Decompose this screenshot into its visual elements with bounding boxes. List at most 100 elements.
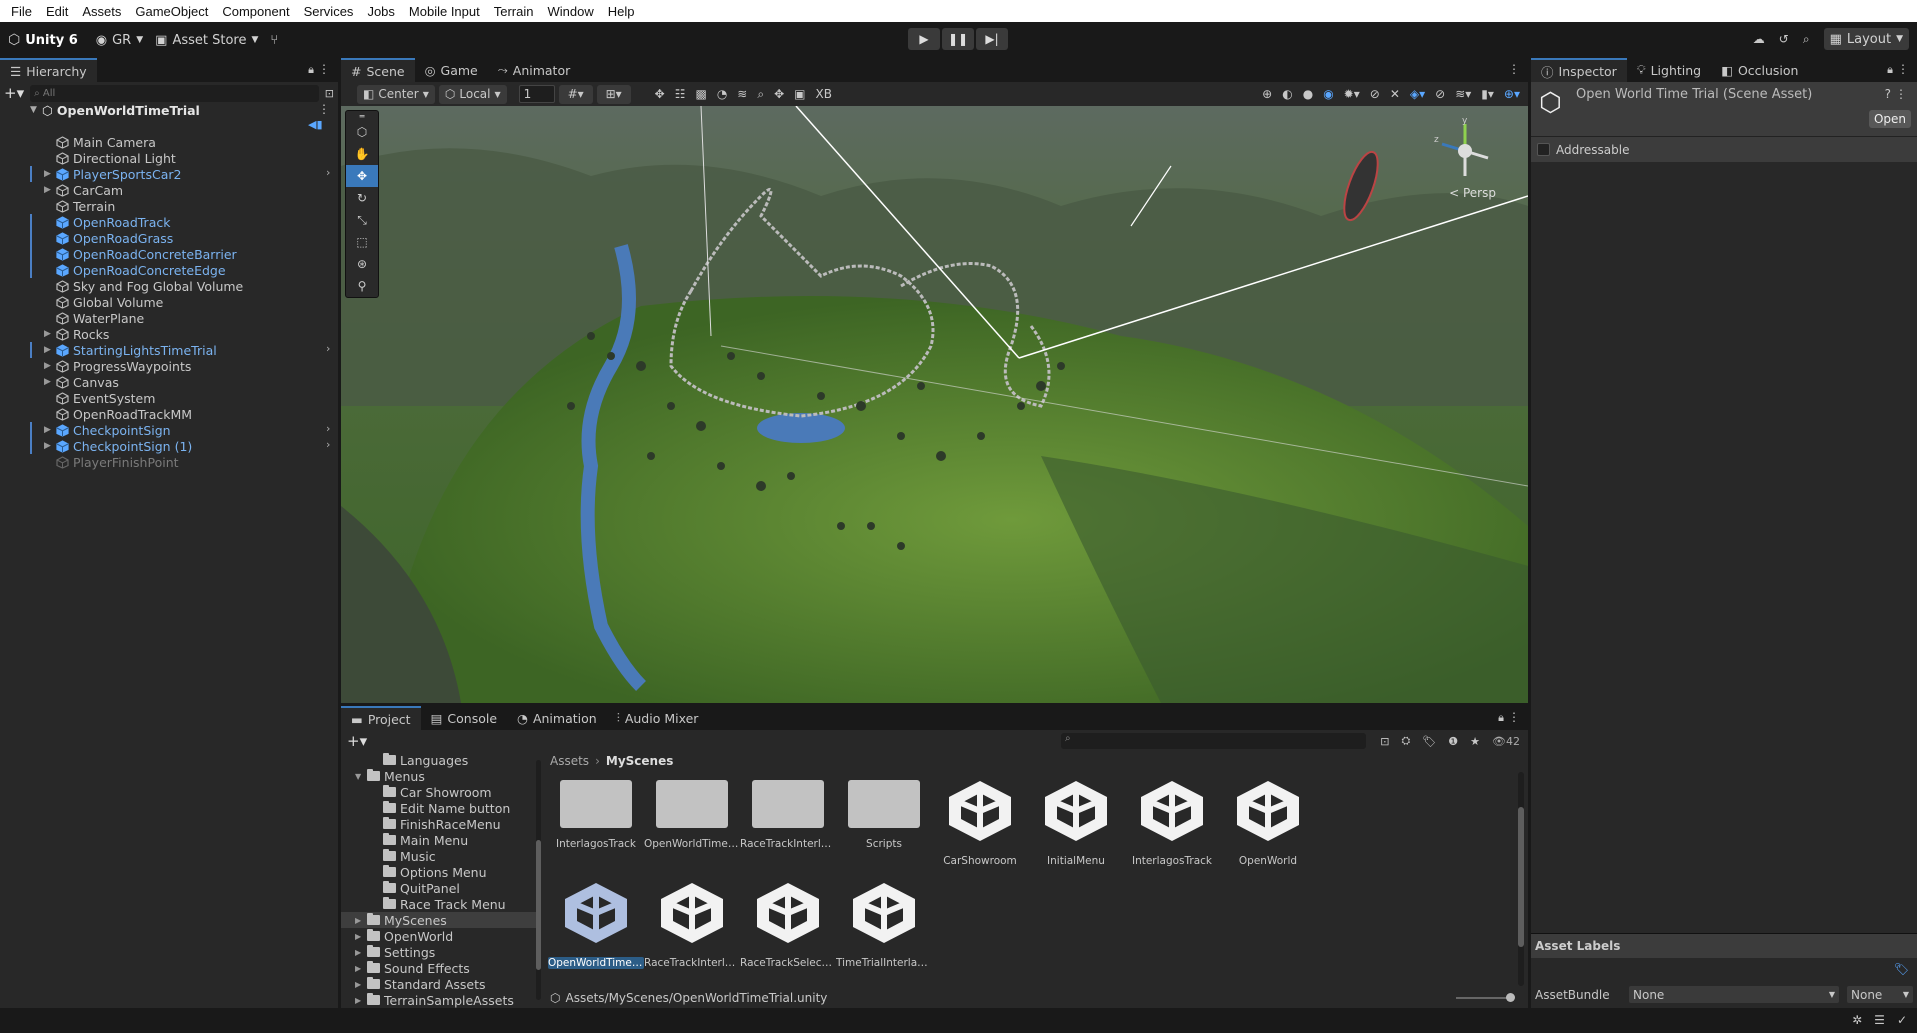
view-cube-icon[interactable]: ⬡ [346,121,378,143]
align-icon[interactable]: ☷ [675,87,686,102]
hierarchy-item[interactable]: ▶ ProgressWaypoints [44,358,191,374]
hierarchy-item[interactable]: ▶ PlayerSportsCar2 [44,166,181,182]
folder-tree-item[interactable]: Languages [371,752,543,768]
filter-type-icon[interactable]: ⛭ [1402,734,1411,748]
open-button[interactable]: Open [1869,110,1911,128]
grid-visibility-dropdown[interactable]: #▾ [558,84,593,104]
hierarchy-item[interactable]: WaterPlane [44,310,144,326]
expand-arrow-icon[interactable]: ▼ [355,772,367,781]
zoom-icon[interactable]: ⌕ [757,87,764,102]
label-tag-icon[interactable]: 🏷︎ [1894,962,1909,976]
folder-tree-item[interactable]: FinishRaceMenu [371,816,543,832]
hierarchy-item[interactable]: Main Camera [44,134,156,150]
expand-arrow-icon[interactable]: ▶ [355,996,367,1005]
gizmos-icon[interactable]: ⊕▾ [1504,87,1520,101]
render-mode-icon[interactable]: ◉ [1323,87,1333,101]
hierarchy-item[interactable]: Sky and Fog Global Volume [44,278,243,294]
scene-viewport[interactable]: ═ ⬡ ✋ ✥ ↻ ⤡ ⬚ ⊛ ⚲ y z < Persp [341,106,1528,703]
folder-tree-item[interactable]: ▶ MyScenes [341,912,537,928]
folder-tree-item[interactable]: ▶ TerrainSampleAssets [355,992,543,1008]
menu-item-assets[interactable]: Assets [75,4,128,19]
add-icon[interactable]: +▾ [4,84,24,102]
breadcrumb-myscenes[interactable]: MyScenes [606,754,673,768]
favorite-icon[interactable]: ★ [1470,735,1480,748]
rotate-snap-icon[interactable]: ◔ [717,87,727,102]
check-icon[interactable]: ✓ [1897,1013,1907,1027]
asset-scene[interactable]: TimeTrialInterlagos [836,876,932,969]
addressable-checkbox[interactable] [1537,143,1550,156]
hierarchy-item[interactable]: ▶ CarCam [44,182,123,198]
layers-visibility-icon[interactable]: ◈▾ [1410,87,1425,101]
grid-snap-icon[interactable]: ▩ [695,87,706,102]
folder-tree-item[interactable]: ▶ OpenWorld [355,928,543,944]
move-tool-icon[interactable]: ✥ [346,165,378,187]
lock-icon[interactable]: 🔒︎ [1887,63,1893,77]
tab-project[interactable]: ▬ Project [341,706,421,730]
slider-knob[interactable] [1506,993,1515,1002]
search-icon[interactable]: ⌕ [1803,32,1810,47]
asset-store-button[interactable]: ▣ Asset Store ▼ [149,28,264,52]
unity-logo-button[interactable]: ⬡ Unity 6 [0,28,84,52]
hierarchy-item[interactable]: ▶ CheckpointSign [44,422,171,438]
add-icon[interactable]: +▾ [347,732,367,750]
folder-tree-item[interactable]: Race Track Menu [371,896,543,912]
folder-tree-item[interactable]: ▼ Menus [355,768,543,784]
asset-labels-header[interactable]: Asset Labels [1531,934,1917,958]
breadcrumb-assets[interactable]: Assets [550,754,589,768]
folder-tree-item[interactable]: Music [371,848,543,864]
shaded-wireframe-icon[interactable]: ◐ [1282,87,1292,101]
expand-arrow-icon[interactable]: ▶ [44,329,56,339]
expand-arrow-icon[interactable]: ▶ [44,377,56,387]
more-options-icon[interactable]: ⋮ [1897,62,1909,76]
expand-arrow-icon[interactable]: ▶ [355,932,367,941]
expand-arrow-icon[interactable]: ▶ [44,169,56,179]
folder-tree-item[interactable]: Main Menu [371,832,543,848]
hidden-objects-icon[interactable]: ⊘ [1435,87,1445,101]
tag-icon[interactable]: 🏷︎ [1422,735,1436,748]
menu-item-component[interactable]: Component [215,4,296,19]
cache-icon[interactable]: ☰ [1874,1013,1885,1027]
asset-folder[interactable]: Scripts [836,774,932,850]
hierarchy-item[interactable]: OpenRoadTrackMM [44,406,192,422]
menu-item-window[interactable]: Window [540,4,600,19]
settings-icon[interactable]: ⋮ [1895,87,1907,101]
step-button[interactable]: ▶| [976,28,1008,50]
asset-scene[interactable]: InterlagosTrack [1124,774,1220,867]
hierarchy-item[interactable]: ▶ Rocks [44,326,109,342]
asset-scene[interactable]: OpenWorldTimeTrial [548,876,644,969]
help-icon[interactable]: ? [1885,87,1891,101]
menu-item-services[interactable]: Services [297,4,361,19]
hierarchy-item[interactable]: ▶ CheckpointSign (1) [44,438,192,454]
folder-tree-item[interactable]: Options Menu [371,864,543,880]
hierarchy-item[interactable]: Terrain [44,198,115,214]
tab-lighting[interactable]: 💡︎ Lighting [1627,58,1711,82]
more-options-icon[interactable]: ⋮ [1508,710,1520,724]
chevron-right-icon[interactable]: › [326,166,330,179]
folder-tree-item[interactable]: Edit Name button [371,800,543,816]
asset-bundle-dropdown[interactable]: None ▼ [1629,986,1839,1003]
projection-label[interactable]: < Persp [1449,186,1496,200]
move-handle-icon[interactable]: ✥ [655,87,665,102]
palette-drag-handle[interactable]: ═ [346,111,378,121]
search-options-icon[interactable]: ⊡ [325,87,334,100]
hierarchy-item[interactable]: Directional Light [44,150,176,166]
tree-scrollbar[interactable] [536,760,541,1000]
chevron-right-icon[interactable]: › [326,342,330,355]
expand-arrow-icon[interactable]: ▶ [44,185,56,195]
grid-snap-input[interactable]: 1 [518,85,555,103]
hand-tool-icon[interactable]: ✋ [346,143,378,165]
menu-item-mobile-input[interactable]: Mobile Input [402,4,487,19]
play-button[interactable]: ▶ [908,28,940,50]
more-options-icon[interactable]: ⋮ [1508,62,1520,76]
snap-dropdown[interactable]: ⊞▾ [596,84,631,104]
expand-arrow-icon[interactable]: ▶ [355,964,367,973]
expand-arrow-icon[interactable]: ▶ [44,425,56,435]
audio-mute-icon[interactable]: ⊘ [1370,87,1380,101]
orientation-gizmo[interactable]: y z [1430,116,1500,186]
asset-folder[interactable]: OpenWorldTimeTrial [644,774,740,850]
bug-icon[interactable]: ✲ [1852,1013,1862,1027]
hierarchy-item[interactable]: ▶ Canvas [44,374,119,390]
expand-arrow-icon[interactable]: ▶ [355,980,367,989]
asset-scene[interactable]: OpenWorld [1220,774,1316,867]
expand-arrow-icon[interactable]: ▶ [355,916,367,925]
